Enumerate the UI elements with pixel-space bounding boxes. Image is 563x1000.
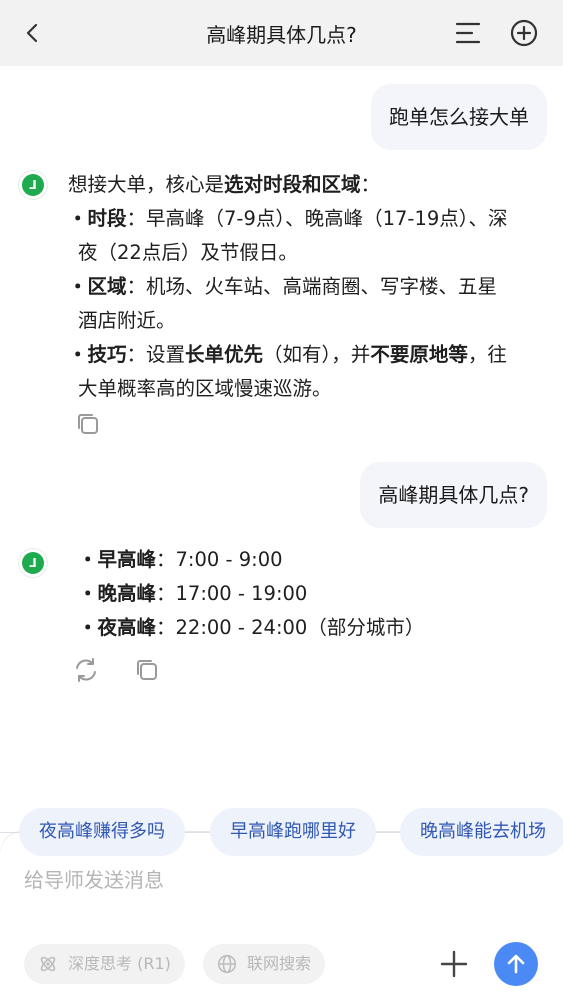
web-search-label: 联网搜索 — [247, 954, 312, 973]
answer-intro: 想接大单，核心是选对时段和区域： — [68, 173, 381, 196]
deep-think-label: 深度思考 (R1) — [68, 954, 171, 973]
logo-icon: ᒧ — [22, 552, 44, 574]
copy-icon — [137, 660, 157, 680]
assistant-avatar: ᒧ — [18, 548, 48, 578]
suggestion-chip[interactable]: 晚高峰能去机场 — [400, 808, 563, 856]
assistant-avatar: ᒧ — [18, 170, 48, 200]
send-button[interactable] — [494, 942, 538, 986]
attach-button[interactable] — [434, 944, 474, 984]
user-message: 跑单怎么接大单 — [371, 84, 547, 150]
copy-icon — [78, 414, 98, 434]
globe-icon — [217, 954, 237, 974]
copy-button[interactable] — [133, 656, 161, 684]
add-circle-icon — [510, 19, 538, 47]
refresh-icon — [76, 658, 96, 682]
peak-morning: ・早高峰：7:00 - 9:00 — [78, 548, 283, 571]
peak-night: ・夜高峰：22:00 - 24:00（部分城市） — [78, 616, 425, 639]
answer-bullet-time: ・时段：早高峰（7-9点）、晚高峰（17-19点）、深夜（22点后）及节假日。 — [68, 207, 508, 264]
regenerate-button[interactable] — [72, 656, 100, 684]
user-message: 高峰期具体几点? — [360, 462, 547, 528]
answer-bullet-area: ・区域：机场、火车站、高端商圈、写字楼、五星酒店附近。 — [68, 275, 498, 332]
menu-button[interactable] — [450, 14, 488, 52]
chevron-left-icon — [26, 23, 38, 43]
copy-button[interactable] — [74, 410, 102, 438]
suggested-questions: 夜高峰赚得多吗 早高峰跑哪里好 晚高峰能去机场 — [0, 808, 563, 856]
suggestion-chip[interactable]: 夜高峰赚得多吗 — [19, 808, 185, 856]
arrow-up-icon — [507, 954, 525, 974]
answer-bullet-tips: ・技巧：设置长单优先（如有），并不要原地等，往大单概率高的区域慢速巡游。 — [68, 343, 507, 400]
plus-icon — [440, 950, 468, 978]
suggestion-chip[interactable]: 早高峰跑哪里好 — [210, 808, 376, 856]
menu-icon — [455, 22, 481, 44]
top-bar: 高峰期具体几点? — [0, 0, 563, 66]
peak-evening: ・晚高峰：17:00 - 19:00 — [78, 582, 308, 605]
atom-icon — [40, 956, 56, 972]
web-search-toggle[interactable]: 联网搜索 — [203, 944, 326, 984]
message-composer: 给导师发送消息 深度思考 (R1) 联网搜索 — [0, 832, 563, 1000]
deep-think-toggle[interactable]: 深度思考 (R1) — [24, 944, 185, 984]
back-button[interactable] — [14, 14, 52, 52]
assistant-message: 想接大单，核心是选对时段和区域： ・时段：早高峰（7-9点）、晚高峰（17-19… — [68, 168, 508, 406]
message-input[interactable]: 给导师发送消息 — [24, 864, 164, 893]
new-chat-button[interactable] — [505, 14, 543, 52]
logo-icon: ᒧ — [22, 174, 44, 196]
assistant-message: ・早高峰：7:00 - 9:00 ・晚高峰：17:00 - 19:00 ・夜高峰… — [78, 543, 518, 645]
